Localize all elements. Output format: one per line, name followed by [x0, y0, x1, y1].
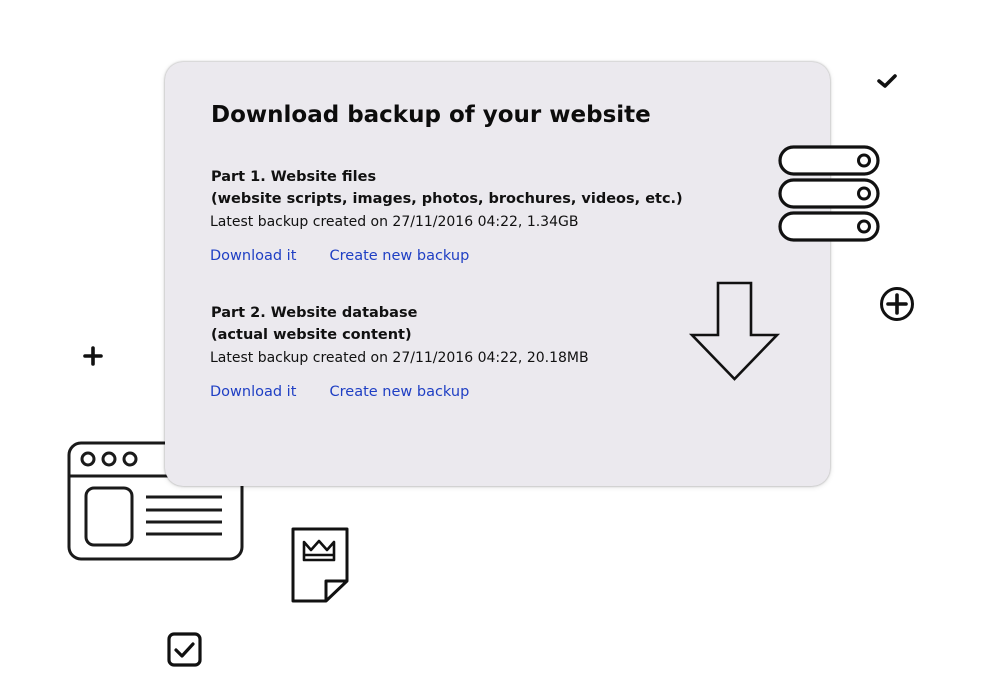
- section-actions: Download it Create new backup: [210, 381, 681, 400]
- server-stack-icon: [778, 145, 880, 242]
- checked-checkbox-icon: [167, 632, 202, 667]
- create-database-backup-link[interactable]: Create new backup: [330, 384, 470, 400]
- backup-card: Download backup of your website Part 1. …: [165, 62, 830, 486]
- section-subheading: (actual website content): [211, 327, 412, 343]
- section-actions: Download it Create new backup: [210, 245, 681, 264]
- download-files-link[interactable]: Download it: [210, 248, 296, 264]
- section-subheading: (website scripts, images, photos, brochu…: [211, 191, 683, 207]
- section-heading: Part 2. Website database: [211, 305, 418, 321]
- plus-icon: [83, 346, 103, 366]
- download-arrow-icon: [688, 281, 781, 381]
- page-title: Download backup of your website: [211, 102, 651, 128]
- latest-backup-info: Latest backup created on 27/11/2016 04:2…: [210, 350, 589, 366]
- backup-section-website-database: Part 2. Website database (actual website…: [210, 302, 681, 400]
- backup-section-website-files: Part 1. Website files (website scripts, …: [210, 166, 683, 264]
- checkmark-icon: [877, 74, 897, 88]
- crown-document-icon: [291, 527, 349, 603]
- download-database-link[interactable]: Download it: [210, 384, 296, 400]
- create-files-backup-link[interactable]: Create new backup: [330, 248, 470, 264]
- latest-backup-info: Latest backup created on 27/11/2016 04:2…: [210, 214, 579, 230]
- section-heading: Part 1. Website files: [211, 169, 377, 185]
- plus-circle-icon: [880, 287, 914, 321]
